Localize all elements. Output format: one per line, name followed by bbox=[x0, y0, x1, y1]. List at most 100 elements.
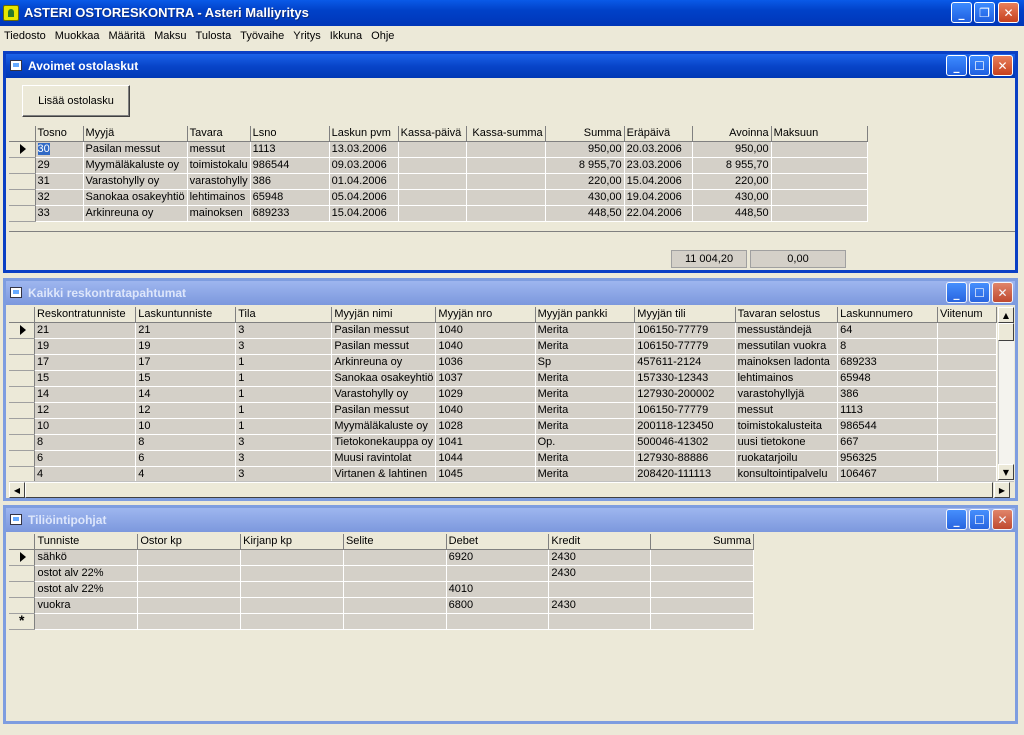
restore-button[interactable]: ❐ bbox=[974, 2, 995, 23]
row-selector[interactable] bbox=[9, 141, 36, 158]
table-row[interactable]: 14 14 1 Varastohylly oy 1029 Merita 1279… bbox=[9, 386, 997, 403]
table-cell[interactable] bbox=[466, 173, 546, 190]
table-cell[interactable] bbox=[937, 386, 997, 403]
table-cell[interactable]: messut bbox=[735, 402, 839, 419]
column-header[interactable]: Myyjän nimi bbox=[331, 307, 437, 323]
column-header[interactable]: Viitenum bbox=[937, 307, 997, 323]
table-cell[interactable]: 32 bbox=[35, 189, 84, 206]
table-cell[interactable]: Pasilan messut bbox=[331, 338, 437, 355]
table-cell[interactable]: 64 bbox=[837, 322, 938, 339]
table-cell[interactable] bbox=[137, 565, 242, 582]
scroll-down-icon[interactable]: ▼ bbox=[998, 464, 1014, 480]
table-cell[interactable]: 2430 bbox=[548, 597, 652, 614]
table-cell[interactable] bbox=[240, 549, 344, 566]
table-cell[interactable] bbox=[937, 370, 997, 387]
table-cell[interactable]: 448,50 bbox=[545, 205, 625, 222]
table-cell[interactable] bbox=[240, 613, 344, 630]
table-cell[interactable]: 21 bbox=[135, 322, 237, 339]
table-cell[interactable]: mainoksen bbox=[187, 205, 251, 222]
table-cell[interactable] bbox=[466, 189, 546, 206]
row-selector[interactable] bbox=[9, 157, 36, 174]
table-cell[interactable]: Tietokonekauppa oy bbox=[331, 434, 437, 451]
table-cell[interactable]: 19 bbox=[34, 338, 137, 355]
table-cell[interactable]: 689233 bbox=[250, 205, 330, 222]
table-row[interactable]: 6 6 3 Muusi ravintolat 1044 Merita 12793… bbox=[9, 450, 997, 467]
table-cell[interactable] bbox=[446, 565, 550, 582]
table-cell[interactable] bbox=[937, 434, 997, 451]
table-row[interactable]: 32 Sanokaa osakeyhtiö lehtimainos 65948 … bbox=[9, 189, 868, 206]
table-cell[interactable] bbox=[937, 354, 997, 371]
table-cell[interactable] bbox=[650, 613, 754, 630]
column-header[interactable]: Tavara bbox=[187, 126, 251, 142]
table-cell[interactable]: 29 bbox=[35, 157, 84, 174]
table-cell[interactable]: 8 bbox=[34, 434, 137, 451]
row-selector[interactable] bbox=[9, 581, 36, 598]
window-close-button[interactable]: ✕ bbox=[992, 55, 1013, 76]
column-header[interactable]: Kirjanp kp bbox=[240, 534, 344, 550]
table-cell[interactable]: 1041 bbox=[435, 434, 536, 451]
table-cell[interactable]: sähkö bbox=[34, 549, 139, 566]
table-cell[interactable]: toimistokalu bbox=[187, 157, 251, 174]
table-row[interactable]: 8 8 3 Tietokonekauppa oy 1041 Op. 500046… bbox=[9, 434, 997, 451]
table-cell[interactable]: Merita bbox=[535, 386, 636, 403]
column-header[interactable]: Kassa-päivä bbox=[398, 126, 467, 142]
table-cell[interactable]: 20.03.2006 bbox=[624, 141, 693, 158]
table-cell[interactable] bbox=[937, 450, 997, 467]
row-selector[interactable] bbox=[9, 322, 35, 339]
table-cell[interactable]: 19 bbox=[135, 338, 237, 355]
table-cell[interactable]: 4 bbox=[135, 466, 237, 481]
table-cell[interactable]: Sanokaa osakeyhtiö bbox=[331, 370, 437, 387]
window-close-button[interactable]: ✕ bbox=[992, 509, 1013, 530]
table-cell[interactable] bbox=[771, 189, 868, 206]
table-cell[interactable]: Sp bbox=[535, 354, 636, 371]
window-minimize-button[interactable]: _ bbox=[946, 55, 967, 76]
menu-maksu[interactable]: Maksu bbox=[154, 30, 186, 42]
column-header[interactable]: Laskunnumero bbox=[837, 307, 938, 323]
row-selector[interactable] bbox=[9, 418, 35, 435]
table-cell[interactable]: 6920 bbox=[446, 549, 550, 566]
table-cell[interactable]: ruokatarjoilu bbox=[735, 450, 839, 467]
table-cell[interactable]: 3 bbox=[235, 338, 333, 355]
table-cell[interactable] bbox=[446, 613, 550, 630]
table-cell[interactable]: messut bbox=[187, 141, 251, 158]
row-selector[interactable] bbox=[9, 466, 35, 481]
table-row[interactable]: 29 Myymäläkaluste oy toimistokalu 986544… bbox=[9, 157, 868, 174]
column-header[interactable]: Lsno bbox=[250, 126, 330, 142]
table-cell[interactable]: 386 bbox=[837, 386, 938, 403]
close-button[interactable]: ✕ bbox=[998, 2, 1019, 23]
table-cell[interactable]: 1 bbox=[235, 386, 333, 403]
column-header[interactable]: Reskontratunniste bbox=[34, 307, 137, 323]
scroll-up-icon[interactable]: ▲ bbox=[998, 307, 1014, 323]
row-selector[interactable] bbox=[9, 450, 35, 467]
table-cell[interactable] bbox=[466, 205, 546, 222]
table-cell[interactable] bbox=[398, 157, 467, 174]
table-cell[interactable] bbox=[240, 565, 344, 582]
row-selector[interactable] bbox=[9, 338, 35, 355]
table-cell[interactable]: 457611-2124 bbox=[634, 354, 736, 371]
table-cell[interactable]: Varastohylly oy bbox=[331, 386, 437, 403]
table-cell[interactable]: Virtanen & lahtinen bbox=[331, 466, 437, 481]
column-header[interactable]: Laskun pvm bbox=[329, 126, 399, 142]
minimize-button[interactable]: _ bbox=[951, 2, 972, 23]
table-cell[interactable]: 106150-77779 bbox=[634, 402, 736, 419]
table-cell[interactable]: 3 bbox=[235, 450, 333, 467]
table-cell[interactable]: 65948 bbox=[837, 370, 938, 387]
row-selector[interactable] bbox=[9, 549, 36, 566]
table-cell[interactable]: 8 bbox=[135, 434, 237, 451]
table-cell[interactable]: 1113 bbox=[837, 402, 938, 419]
table-cell[interactable]: 65948 bbox=[250, 189, 330, 206]
table-cell[interactable]: Merita bbox=[535, 402, 636, 419]
table-cell[interactable]: 127930-88886 bbox=[634, 450, 736, 467]
table-cell[interactable]: 13.03.2006 bbox=[329, 141, 399, 158]
table-cell[interactable] bbox=[466, 141, 546, 158]
table-cell[interactable]: varastohyllyjä bbox=[735, 386, 839, 403]
table-cell[interactable] bbox=[137, 549, 242, 566]
table-cell[interactable]: 1045 bbox=[435, 466, 536, 481]
table-cell[interactable]: lehtimainos bbox=[187, 189, 251, 206]
table-cell[interactable]: ostot alv 22% bbox=[34, 565, 139, 582]
table-row[interactable]: 33 Arkinreuna oy mainoksen 689233 15.04.… bbox=[9, 205, 868, 222]
table-cell[interactable] bbox=[466, 157, 546, 174]
table-row[interactable]: 30 Pasilan messut messut 1113 13.03.2006… bbox=[9, 141, 868, 158]
window-maximize-button[interactable]: ☐ bbox=[969, 55, 990, 76]
table-cell[interactable]: 220,00 bbox=[545, 173, 625, 190]
